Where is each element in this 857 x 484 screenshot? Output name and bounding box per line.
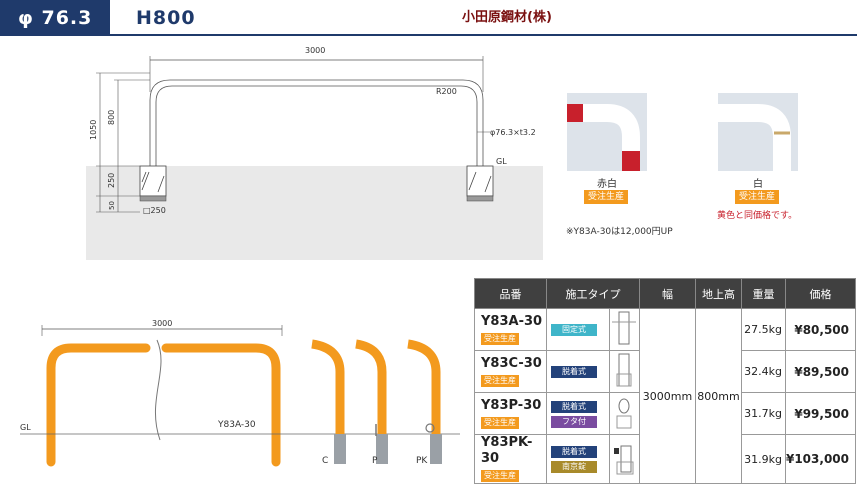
header-type: 施工タイプ: [546, 278, 640, 309]
illustration-gl: GL: [20, 423, 31, 432]
row-code: Y83PK-30: [481, 435, 533, 466]
row-weight: 32.4kg: [740, 350, 786, 393]
drawing-radius: R200: [436, 87, 457, 96]
maker-name: 小田原鋼材(株): [462, 10, 552, 25]
header-width: 幅: [638, 278, 696, 309]
table-header-row: 品番 施工タイプ 幅 地上高 重量 価格: [474, 278, 857, 309]
diameter-label: φ 76.3: [0, 0, 110, 36]
row-weight: 27.5kg: [740, 308, 786, 351]
row-code: Y83C-30: [481, 355, 542, 371]
variant-p-label: P: [372, 456, 378, 466]
row-price: ¥99,500: [784, 392, 857, 435]
red-white-badge: 受注生産: [584, 190, 629, 204]
type-badge: 固定式: [551, 324, 597, 336]
type-diagram: [608, 350, 640, 393]
variant-p-sleeve: [376, 434, 388, 464]
type-diagram: [608, 434, 640, 484]
product-illustration: 3000 GL Y83A-30 C P PK: [20, 319, 460, 467]
row-badge: 受注生産: [481, 470, 519, 482]
variant-pk-sleeve: [430, 434, 442, 464]
row-weight: 31.9kg: [740, 434, 786, 484]
type-badge: フタ付: [551, 415, 597, 428]
row-badge: 受注生産: [481, 374, 519, 387]
drawing-height-total: 1050: [89, 120, 98, 140]
white-photo: [718, 93, 798, 171]
row-code: Y83A-30: [481, 313, 543, 329]
row-badge: 受注生産: [481, 416, 519, 429]
ground-height-value: 800mm: [694, 308, 742, 484]
variant-p-pipe: [355, 339, 387, 434]
drawing-depth: 250: [107, 173, 116, 188]
drawing-footing: □250: [143, 206, 166, 215]
variant-pk-pipe: [407, 339, 441, 434]
type-badge: 南京錠: [551, 461, 597, 473]
white-label: 白: [753, 179, 763, 190]
drawing-gl: GL: [496, 157, 507, 166]
drawing-width-dim: 3000: [305, 46, 325, 55]
type-diagram: [608, 308, 640, 351]
red-white-label: 赤白: [597, 179, 617, 190]
barrier-left: [46, 343, 151, 467]
type-badge: 脱着式: [551, 446, 597, 458]
width-value: 3000mm: [638, 308, 696, 484]
illustration-width-dim: 3000: [152, 319, 172, 328]
variant-c-pipe: [311, 339, 345, 434]
barrier-right: [161, 343, 281, 467]
variant-c-sleeve: [334, 434, 346, 464]
row-weight: 31.7kg: [740, 392, 786, 435]
table-row: Y83A-30 受注生産 固定式 3000mm 800mm 27.5kg ¥80,…: [474, 308, 857, 484]
variant-c-label: C: [322, 456, 328, 466]
drawing-pipe-spec: φ76.3×t3.2: [490, 128, 536, 137]
header-code: 品番: [474, 278, 547, 309]
height-code: H800: [136, 7, 196, 29]
type-badge: 脱着式: [551, 366, 597, 378]
price-up-note: ※Y83A-30は12,000円UP: [566, 227, 673, 237]
row-price: ¥103,000: [784, 434, 857, 484]
white-badge: 受注生産: [735, 190, 780, 204]
header-ground-height: 地上高: [694, 278, 742, 309]
row-price: ¥80,500: [784, 308, 857, 351]
red-white-photo: [567, 93, 647, 171]
row-badge: 受注生産: [481, 332, 519, 345]
row-price: ¥89,500: [784, 350, 857, 393]
yellow-price-note: 黄色と同価格です。: [717, 211, 798, 221]
page-header: φ 76.3 H800 小田原鋼材(株): [0, 0, 857, 36]
spec-table: 品番 施工タイプ 幅 地上高 重量 価格 Y83A-30 受注生産 固定式 300…: [474, 278, 857, 484]
header-weight: 重量: [740, 278, 786, 309]
break-line: [155, 339, 162, 441]
variant-pk-label: PK: [416, 456, 428, 466]
header-price: 価格: [784, 278, 857, 309]
type-diagram: [608, 392, 640, 435]
illustration-model: Y83A-30: [217, 420, 256, 430]
type-badge: 脱着式: [551, 400, 597, 413]
drawing-height-above: 800: [107, 110, 116, 125]
row-code: Y83P-30: [481, 397, 542, 413]
technical-drawing: 3000 1050 800 250 50 □250 R200 φ76.3×t3.…: [86, 46, 543, 260]
drawing-base: 50: [108, 201, 116, 210]
